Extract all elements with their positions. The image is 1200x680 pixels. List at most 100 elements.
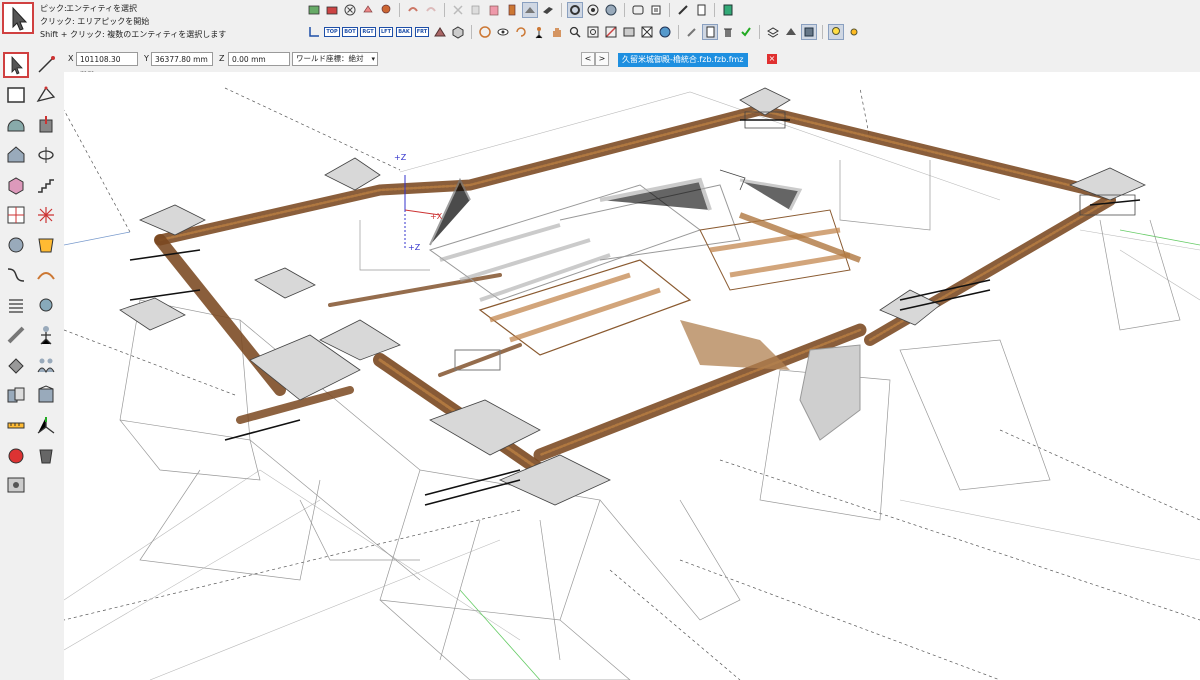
sweep-tool[interactable]	[33, 262, 59, 288]
redo-icon[interactable]	[423, 2, 439, 18]
zoom-window-icon[interactable]	[585, 24, 601, 40]
click-hint: クリック: エリアピックを開始	[40, 17, 150, 26]
separator	[444, 3, 445, 17]
text-tool[interactable]	[3, 352, 29, 378]
house-tool[interactable]	[3, 142, 29, 168]
cup-tool[interactable]	[33, 232, 59, 258]
print-icon[interactable]	[648, 2, 664, 18]
roll-tool[interactable]	[33, 292, 59, 318]
light-bulb-icon[interactable]	[828, 24, 844, 40]
sparkle-icon	[38, 207, 54, 223]
select-tool[interactable]	[3, 52, 29, 78]
x-coordinate-input[interactable]: 101108.30 mm	[76, 52, 138, 78]
pan-hand-icon[interactable]	[549, 24, 565, 40]
pick-hint: ピック:エンティティを選択	[40, 4, 138, 13]
3d-viewport[interactable]: +Z +Z +X	[64, 72, 1200, 680]
shade-icon[interactable]	[603, 2, 619, 18]
materials-icon[interactable]	[783, 24, 799, 40]
zoom-fit-icon[interactable]	[621, 24, 637, 40]
spring-tool[interactable]	[3, 292, 29, 318]
view-top-icon[interactable]: TOP	[324, 24, 340, 40]
cancel-icon[interactable]	[342, 2, 358, 18]
figure-tool[interactable]	[33, 322, 59, 348]
iso-view-icon[interactable]	[450, 24, 466, 40]
view-left-icon[interactable]: LFT	[378, 24, 394, 40]
paint-tool[interactable]	[3, 442, 29, 468]
toolbox-tool[interactable]	[3, 202, 29, 228]
polygon-tool[interactable]	[33, 82, 59, 108]
settings-gear-icon[interactable]	[567, 2, 583, 18]
previous-view-icon[interactable]	[657, 24, 673, 40]
view-right-icon[interactable]: RGT	[360, 24, 376, 40]
box-tool[interactable]	[3, 172, 29, 198]
zoom-icon[interactable]	[567, 24, 583, 40]
checkmark-icon[interactable]	[738, 24, 754, 40]
look-icon[interactable]	[495, 24, 511, 40]
walk-icon[interactable]	[531, 24, 547, 40]
paint-bucket-icon	[8, 448, 24, 464]
cylinder-tool[interactable]	[3, 232, 29, 258]
pencil-icon[interactable]	[684, 24, 700, 40]
material-tool[interactable]	[33, 382, 59, 408]
previous-tab-button[interactable]: <	[581, 52, 595, 66]
rectangle-tool[interactable]	[3, 82, 29, 108]
axis-tool[interactable]	[33, 412, 59, 438]
separator	[561, 3, 562, 17]
cut-icon[interactable]	[450, 2, 466, 18]
revolve-tool[interactable]	[33, 142, 59, 168]
y-coordinate-input[interactable]: 36377.80 mm	[151, 52, 213, 66]
z-coordinate-input[interactable]: 0.00 mm	[228, 52, 290, 66]
plane-icon[interactable]	[540, 2, 556, 18]
paste-icon[interactable]	[486, 2, 502, 18]
view-bottom-icon[interactable]: BOT	[342, 24, 358, 40]
close-tab-icon[interactable]: ×	[767, 54, 777, 64]
boolean-tool[interactable]	[3, 382, 29, 408]
zoom-extents-icon[interactable]	[603, 24, 619, 40]
layers-icon[interactable]	[765, 24, 781, 40]
sphere-tool[interactable]	[3, 112, 29, 138]
document-icon[interactable]	[702, 24, 718, 40]
people-tool[interactable]	[33, 352, 59, 378]
page-icon[interactable]	[693, 2, 709, 18]
clipboard-icon[interactable]	[504, 2, 520, 18]
tools-icon	[7, 206, 25, 224]
camera-icon[interactable]	[630, 2, 646, 18]
coordinate-mode-select[interactable]: ワールド座標：絶対 ▾	[292, 52, 378, 66]
open-file-icon[interactable]	[324, 2, 340, 18]
rotate-icon[interactable]	[513, 24, 529, 40]
view-front-icon[interactable]: FRT	[414, 24, 430, 40]
pen-icon[interactable]	[675, 2, 691, 18]
pipe-tool[interactable]	[3, 322, 29, 348]
measure-tool[interactable]	[3, 412, 29, 438]
delete-icon[interactable]	[720, 24, 736, 40]
cup-icon	[38, 238, 54, 253]
zoom-selection-icon[interactable]	[639, 24, 655, 40]
next-tab-button[interactable]: >	[595, 52, 609, 66]
turret-dark-beams	[129, 119, 1141, 506]
axis-view-icon[interactable]	[306, 24, 322, 40]
trash-tool[interactable]	[33, 442, 59, 468]
target-icon[interactable]	[585, 2, 601, 18]
render-tool[interactable]	[3, 472, 29, 498]
copy-icon[interactable]	[468, 2, 484, 18]
sun-icon[interactable]	[846, 24, 862, 40]
export-icon[interactable]	[720, 2, 736, 18]
perspective-icon[interactable]	[432, 24, 448, 40]
undo-icon[interactable]	[405, 2, 421, 18]
view-back-icon[interactable]: BAK	[396, 24, 412, 40]
document-tab[interactable]: 久留米城御殿-櫓統合.fzb.fzb.fmz	[618, 53, 748, 67]
house-icon	[7, 146, 25, 163]
spline-tool[interactable]	[3, 262, 29, 288]
separator	[669, 3, 670, 17]
line-tool[interactable]	[33, 52, 59, 78]
pick-tool-indicator[interactable]	[2, 2, 34, 34]
section-box-icon[interactable]	[522, 2, 538, 18]
component-icon[interactable]	[801, 24, 817, 40]
new-file-icon[interactable]	[306, 2, 322, 18]
extrude-tool[interactable]	[33, 112, 59, 138]
orbit-icon[interactable]	[477, 24, 493, 40]
stamp-icon[interactable]	[378, 2, 394, 18]
stairs-tool[interactable]	[33, 172, 59, 198]
mark-icon[interactable]	[360, 2, 376, 18]
explode-tool[interactable]	[33, 202, 59, 228]
